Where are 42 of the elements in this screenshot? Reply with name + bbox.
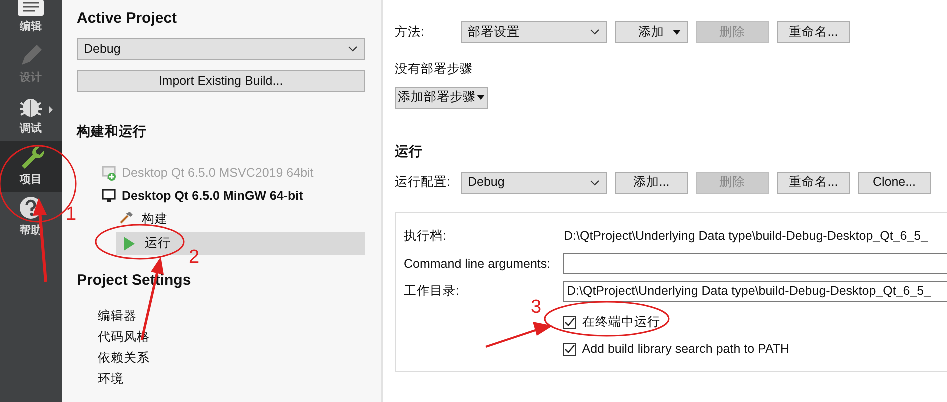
annotation-number: 3 xyxy=(531,298,542,318)
settings-item[interactable]: 环境 xyxy=(77,369,365,390)
action-button[interactable]: Clone... xyxy=(858,172,931,194)
action-button[interactable]: 添加... xyxy=(615,172,688,194)
tree-item[interactable]: 构建 xyxy=(77,209,365,229)
section-title: 运行 xyxy=(395,142,424,161)
field-label: 方法: xyxy=(395,24,426,41)
add-step-button[interactable]: 添加部署步骤 xyxy=(395,86,488,109)
field-label: 运行配置: xyxy=(395,174,452,192)
kit-name[interactable]: Desktop Qt 6.5.0 MinGW 64-bit xyxy=(122,186,304,206)
dropdown-select[interactable]: 部署设置 xyxy=(461,21,607,43)
action-button[interactable]: 重命名... xyxy=(777,172,850,194)
action-button[interactable]: 添加 xyxy=(615,21,688,43)
field-label: 工作目录: xyxy=(404,282,460,300)
play-icon xyxy=(122,236,137,252)
settings-item[interactable]: 编辑器 xyxy=(77,306,365,327)
settings-item[interactable]: 依赖关系 xyxy=(77,348,365,369)
chevron-down-icon xyxy=(590,180,600,186)
action-button[interactable]: 重命名... xyxy=(777,21,850,43)
field-label: 执行档: xyxy=(404,228,448,246)
checkbox-label: 在终端中运行 xyxy=(582,314,660,331)
checkbox-label: Add build library search path to PATH xyxy=(582,340,790,358)
sidebar-item[interactable]: 编辑 xyxy=(0,0,62,39)
import-build-button[interactable]: Import Existing Build... xyxy=(77,70,365,92)
path-text: D:\QtProject\Underlying Data type\build-Debug-Desktop_Qt_6_5_ xyxy=(563,228,928,246)
project-select[interactable]: Debug xyxy=(77,38,365,60)
annotation-number: 1 xyxy=(66,205,77,225)
sidebar-item[interactable]: 调试 xyxy=(0,90,62,141)
field-label: Command line arguments: xyxy=(404,256,552,273)
section-title: Active Project xyxy=(77,10,178,28)
checkbox[interactable] xyxy=(563,316,576,329)
annotation-arrow xyxy=(486,322,553,348)
text-field[interactable] xyxy=(563,253,947,274)
checkbox[interactable] xyxy=(563,342,576,356)
dropdown-select[interactable]: Debug xyxy=(461,172,607,194)
section-title: 构建和运行 xyxy=(77,123,148,141)
sidebar-item[interactable]: 项目 xyxy=(0,141,62,192)
text-field[interactable]: D:\QtProject\Underlying Data type\build-Debug-Desktop_Qt_6_5_ xyxy=(563,280,947,302)
empty-steps-text: 没有部署步骤 xyxy=(395,61,474,78)
document-icon xyxy=(16,0,46,16)
chevron-down-icon xyxy=(590,29,600,35)
chevron-down-icon xyxy=(348,46,358,52)
